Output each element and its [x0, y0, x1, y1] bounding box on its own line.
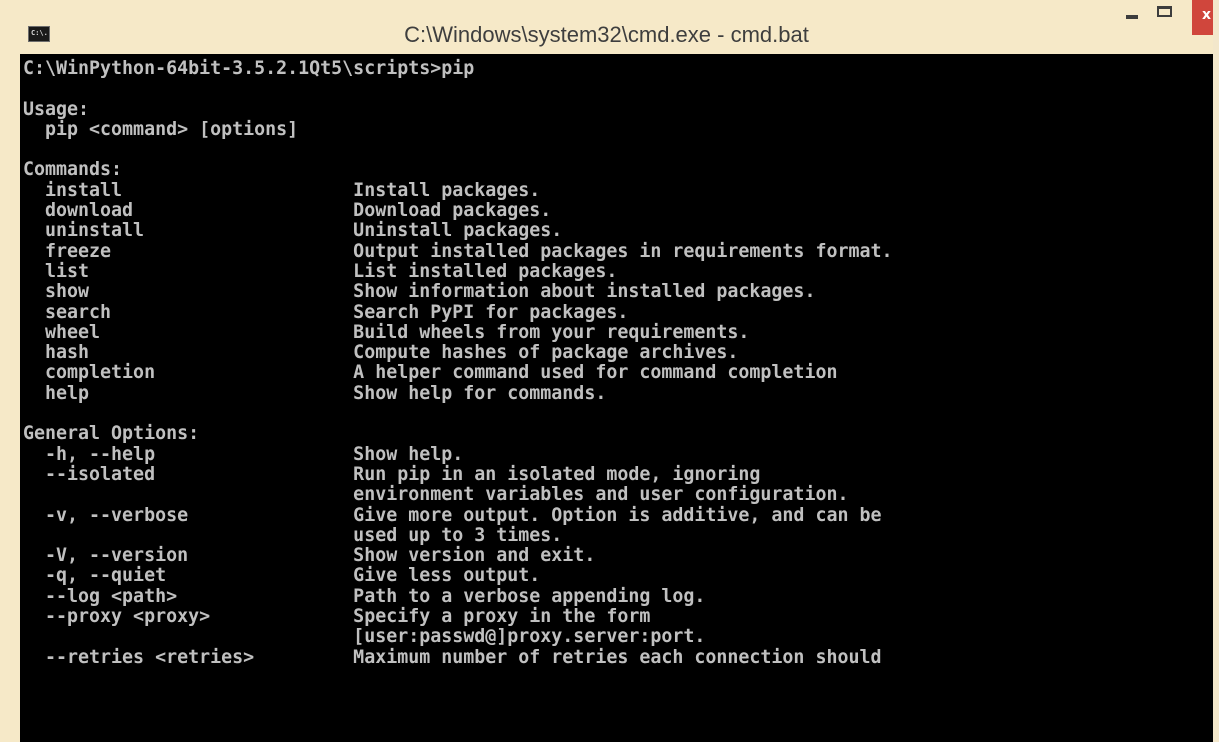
console-line: -h, --help Show help. [23, 443, 464, 465]
console-line: completion A helper command used for com… [23, 362, 838, 384]
console-line: show Show information about installed pa… [23, 281, 816, 303]
console-line: uninstall Uninstall packages. [23, 220, 563, 242]
console-line: search Search PyPI for packages. [23, 301, 629, 323]
window-title: C:\Windows\system32\cmd.exe - cmd.bat [404, 22, 809, 47]
console-line: --log <path> Path to a verbose appending… [23, 585, 706, 607]
window-edge [1213, 0, 1219, 742]
console-line: install Install packages. [23, 179, 541, 201]
console-line: --isolated Run pip in an isolated mode, … [23, 463, 761, 485]
console-line: [user:passwd@]proxy.server:port. [23, 626, 706, 648]
console-line: --proxy <proxy> Specify a proxy in the f… [23, 606, 651, 628]
console-line: -V, --version Show version and exit. [23, 545, 596, 567]
console-line: download Download packages. [23, 200, 552, 222]
console-line: -v, --verbose Give more output. Option i… [23, 504, 882, 526]
console-text: C:\WinPython-64bit-3.5.2.1Qt5\scripts>pi… [20, 54, 1213, 668]
minimize-button[interactable] [1118, 0, 1148, 32]
console-line: hash Compute hashes of package archives. [23, 342, 739, 364]
console-line: -q, --quiet Give less output. [23, 565, 541, 587]
title-bar[interactable]: C:\. C:\Windows\system32\cmd.exe - cmd.b… [0, 0, 1213, 53]
minimize-icon [1126, 15, 1138, 19]
console-line: wheel Build wheels from your requirement… [23, 321, 750, 343]
console-line: list List installed packages. [23, 260, 618, 282]
maximize-icon [1157, 6, 1172, 17]
console-line: help Show help for commands. [23, 382, 607, 404]
console-output-area[interactable]: C:\WinPython-64bit-3.5.2.1Qt5\scripts>pi… [20, 54, 1213, 742]
console-line: environment variables and user configura… [23, 484, 849, 506]
close-icon: x [1201, 7, 1211, 23]
console-line: used up to 3 times. [23, 524, 563, 546]
console-line: freeze Output installed packages in requ… [23, 240, 893, 262]
close-button[interactable]: x [1192, 0, 1213, 35]
console-line: C:\WinPython-64bit-3.5.2.1Qt5\scripts>pi… [23, 58, 475, 79]
console-line: Commands: [23, 159, 123, 181]
console-line: --retries <retries> Maximum number of re… [23, 646, 882, 668]
maximize-button[interactable] [1148, 0, 1181, 32]
console-line: General Options: [23, 423, 200, 445]
cmd-window: C:\. C:\Windows\system32\cmd.exe - cmd.b… [0, 0, 1213, 742]
console-line: pip <command> [options] [23, 118, 299, 140]
console-line: Usage: [23, 98, 90, 120]
